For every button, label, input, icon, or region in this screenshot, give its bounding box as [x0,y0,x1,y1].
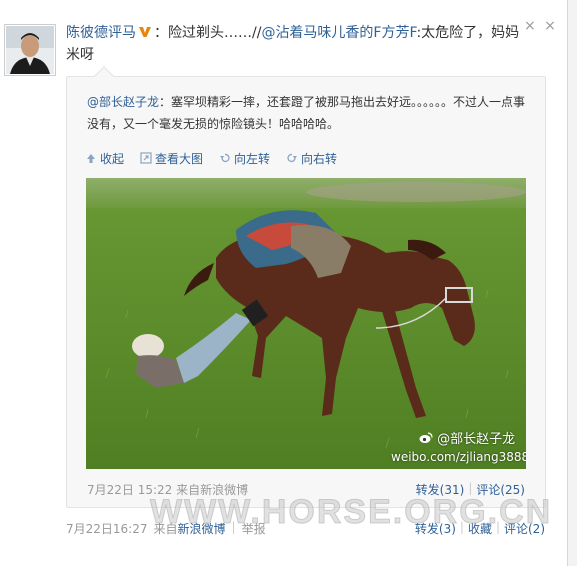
page-scroll-edge [567,0,577,566]
collapse-icon [87,154,95,163]
rotate-right-icon [287,153,298,163]
post-author-link[interactable]: 陈彼德评马 [66,25,136,41]
site-watermark: WWW.HORSE.ORG.CN [149,493,553,532]
view-large-button[interactable]: 查看大图 [140,150,203,167]
mention-link[interactable]: @沾着马味儿香的F方芳F [261,25,416,41]
post-image[interactable]: @部长赵子龙 weibo.com/zjliang3888 [86,178,526,469]
view-large-label: 查看大图 [155,151,204,166]
post-text: 陈彼德评马 ：险过剃头……//@沾着马味儿香的F方芳F:太危险了，妈妈米呀 [66,22,522,66]
collapse-button[interactable]: 收起 [85,150,124,167]
rotate-left-icon [220,153,230,163]
repost-box-arrow [94,66,114,86]
image-watermark-handle-text: @部长赵子龙 [437,432,516,447]
avatar[interactable] [4,24,56,76]
image-watermark-url: weibo.com/zjliang3888 [391,450,526,464]
image-toolbar: 收起 查看大图 向左转 向右转 [85,149,337,167]
rotate-right-button[interactable]: 向右转 [286,150,337,167]
avatar-photo [6,26,54,74]
weibo-logo-icon [419,432,433,443]
horse-fall-photo [86,178,526,469]
zoom-icon [140,152,152,164]
repost-author-link[interactable]: @部长赵子龙 [87,95,159,109]
post-timestamp[interactable]: 7月22日16:27 [66,520,148,537]
image-watermark-handle: @部长赵子龙 [419,428,515,447]
repost-text: @部长赵子龙：塞罕坝精彩一摔，还套蹬了被那马拖出去好远。。。。。。不过人一点事没… [87,91,527,135]
rotate-left-button[interactable]: 向左转 [219,150,270,167]
close-icon[interactable]: × × [524,18,558,34]
collapse-label: 收起 [100,151,125,166]
rotate-right-label: 向右转 [301,151,338,166]
verified-badge-icon [139,27,151,37]
rotate-left-label: 向左转 [234,151,271,166]
post-text-part-1: ：险过剃头……// [154,25,262,41]
